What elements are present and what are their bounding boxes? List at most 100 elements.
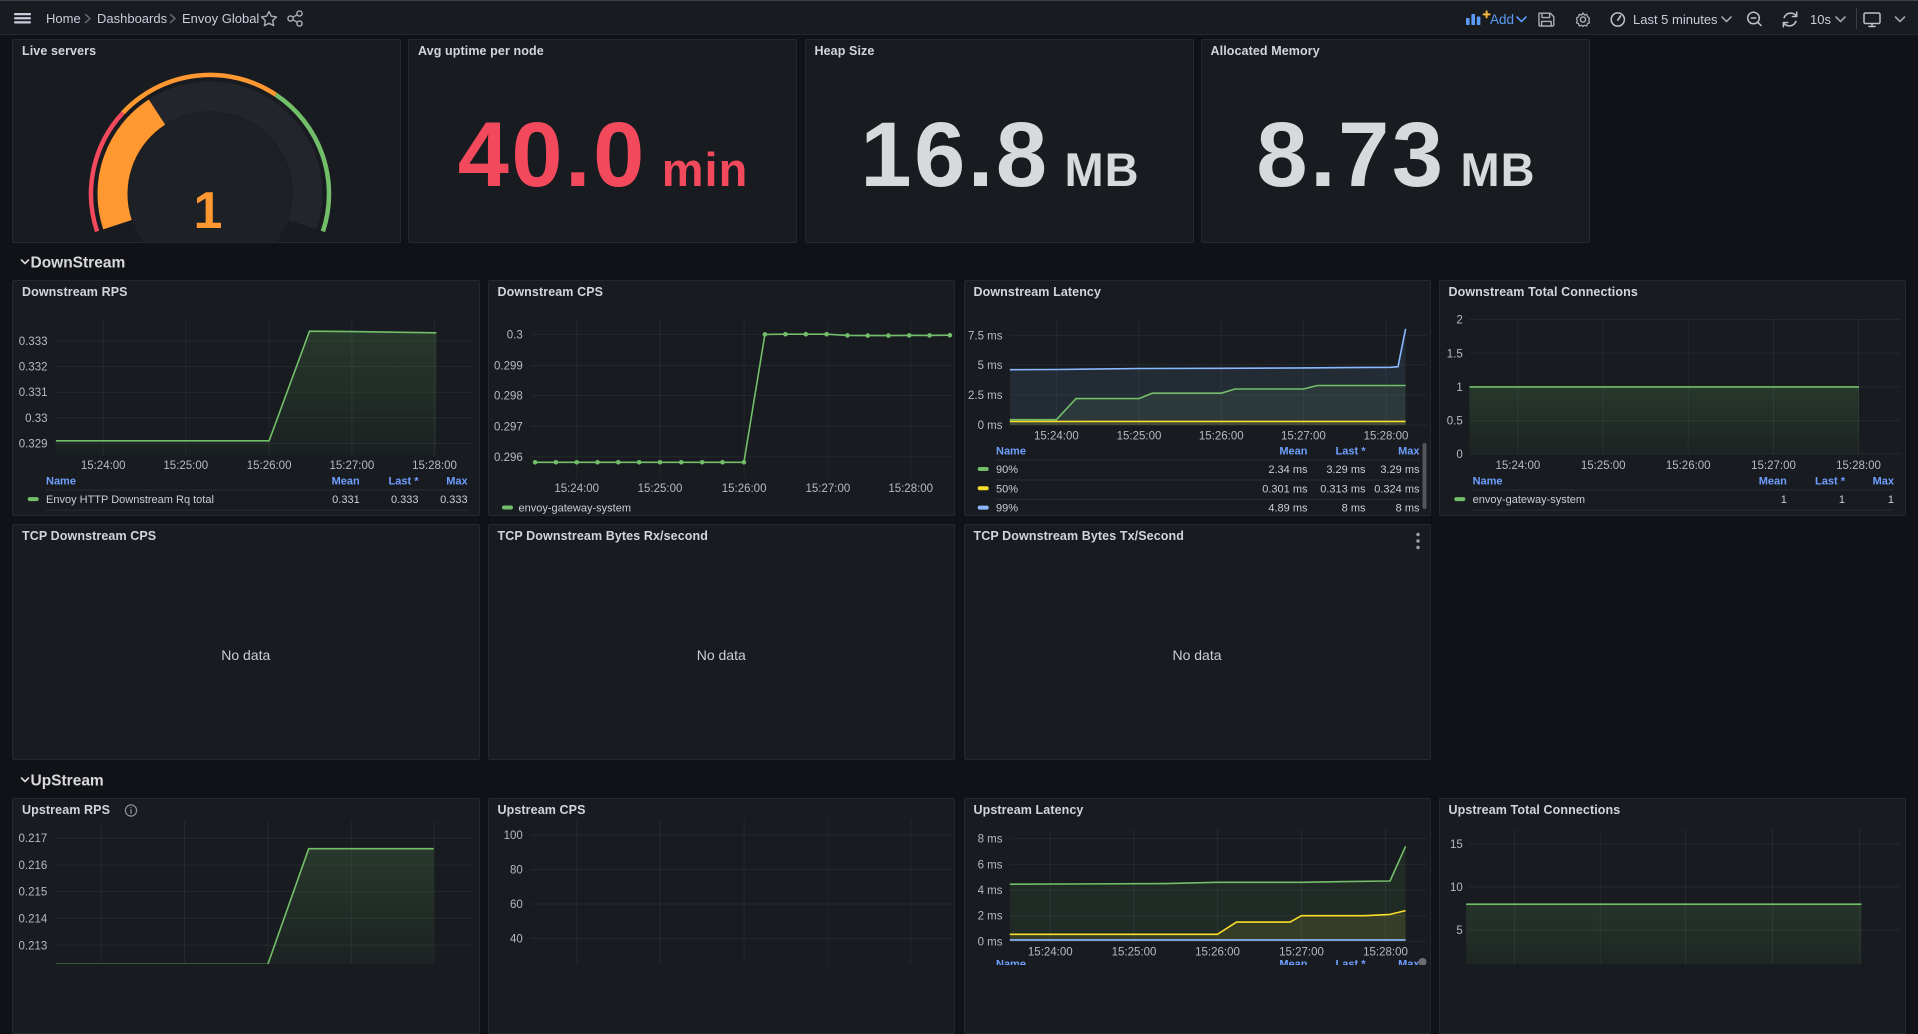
svg-text:15:28:00: 15:28:00 [1836, 460, 1881, 472]
svg-text:15:24:00: 15:24:00 [1027, 947, 1072, 959]
svg-text:0.313 ms: 0.313 ms [1320, 483, 1366, 495]
svg-text:15:28:00: 15:28:00 [888, 483, 933, 495]
svg-text:0.333: 0.333 [440, 494, 468, 506]
svg-text:60: 60 [510, 899, 523, 911]
svg-text:15:24:00: 15:24:00 [1495, 460, 1540, 472]
svg-text:0.298: 0.298 [494, 390, 523, 402]
svg-text:3.29 ms: 3.29 ms [1326, 464, 1366, 476]
svg-text:1: 1 [1456, 382, 1462, 394]
svg-text:Mean: Mean [332, 476, 360, 488]
svg-text:1.5: 1.5 [1446, 348, 1462, 360]
svg-text:80: 80 [510, 865, 523, 877]
svg-text:15:24:00: 15:24:00 [1034, 430, 1079, 442]
svg-text:15:27:00: 15:27:00 [1279, 947, 1324, 959]
svg-text:15:26:00: 15:26:00 [247, 460, 292, 472]
svg-text:10s: 10s [1810, 12, 1831, 27]
svg-text:Add: Add [1490, 12, 1514, 27]
svg-text:0.5: 0.5 [1446, 416, 1462, 428]
svg-text:15:27:00: 15:27:00 [1751, 460, 1796, 472]
svg-text:0.214: 0.214 [19, 913, 48, 925]
svg-text:16.8MB: 16.8MB [860, 104, 1139, 206]
svg-text:15:24:00: 15:24:00 [554, 483, 599, 495]
svg-text:15:28:00: 15:28:00 [412, 460, 457, 472]
svg-text:15:25:00: 15:25:00 [1116, 430, 1161, 442]
svg-text:50%: 50% [996, 483, 1018, 495]
svg-text:10: 10 [1450, 882, 1463, 894]
svg-text:1: 1 [1838, 494, 1844, 506]
svg-text:5: 5 [1456, 925, 1462, 937]
svg-text:0.297: 0.297 [494, 421, 523, 433]
svg-text:15:27:00: 15:27:00 [805, 483, 850, 495]
svg-text:1: 1 [194, 182, 223, 240]
svg-text:Last *: Last * [389, 476, 420, 488]
svg-text:5 ms: 5 ms [977, 360, 1002, 372]
svg-text:15:25:00: 15:25:00 [163, 460, 208, 472]
svg-text:15:28:00: 15:28:00 [1363, 947, 1408, 959]
svg-text:Name: Name [996, 959, 1026, 966]
svg-text:Max: Max [1398, 959, 1420, 966]
svg-text:0.324 ms: 0.324 ms [1374, 483, 1420, 495]
svg-text:0.299: 0.299 [494, 361, 523, 373]
svg-text:Mean: Mean [1758, 476, 1786, 488]
svg-text:2.34 ms: 2.34 ms [1268, 464, 1308, 476]
svg-text:2: 2 [1456, 315, 1462, 327]
svg-text:15:25:00: 15:25:00 [1111, 947, 1156, 959]
svg-text:Mean: Mean [1279, 446, 1307, 458]
svg-text:0 ms: 0 ms [977, 936, 1002, 948]
svg-text:0.33: 0.33 [25, 413, 47, 425]
svg-text:Name: Name [46, 476, 76, 488]
svg-text:1: 1 [1887, 494, 1893, 506]
svg-text:0.296: 0.296 [494, 452, 523, 464]
svg-text:0.216: 0.216 [19, 860, 48, 872]
svg-text:0: 0 [1456, 449, 1462, 461]
svg-text:2.5 ms: 2.5 ms [967, 390, 1002, 402]
svg-text:0.331: 0.331 [19, 387, 48, 399]
svg-text:90%: 90% [996, 464, 1018, 476]
svg-text:6 ms: 6 ms [977, 859, 1002, 871]
svg-text:Max: Max [1872, 476, 1894, 488]
svg-text:40: 40 [510, 934, 523, 946]
svg-text:0.329: 0.329 [19, 438, 48, 450]
svg-text:Last *: Last * [1335, 446, 1366, 458]
svg-text:15:25:00: 15:25:00 [637, 483, 682, 495]
svg-text:15:26:00: 15:26:00 [721, 483, 766, 495]
svg-text:Last *: Last * [1335, 959, 1366, 966]
svg-text:Envoy HTTP Downstream Rq total: Envoy HTTP Downstream Rq total [46, 494, 214, 506]
svg-text:2 ms: 2 ms [977, 911, 1002, 923]
svg-text:Envoy Global: Envoy Global [182, 11, 259, 26]
svg-text:0.333: 0.333 [391, 494, 419, 506]
svg-text:UpStream: UpStream [31, 773, 104, 790]
svg-text:15:24:00: 15:24:00 [81, 460, 126, 472]
svg-text:40.0min: 40.0min [458, 104, 749, 206]
svg-text:15:26:00: 15:26:00 [1665, 460, 1710, 472]
svg-text:8 ms: 8 ms [1395, 503, 1419, 515]
svg-text:Max: Max [446, 476, 468, 488]
svg-text:0.301 ms: 0.301 ms [1262, 483, 1308, 495]
svg-text:8.73MB: 8.73MB [1256, 104, 1535, 206]
svg-text:Last 5 minutes: Last 5 minutes [1633, 12, 1718, 27]
svg-text:15:27:00: 15:27:00 [330, 460, 375, 472]
svg-text:Max: Max [1398, 446, 1420, 458]
svg-text:15:26:00: 15:26:00 [1198, 430, 1243, 442]
svg-text:0.213: 0.213 [19, 940, 48, 952]
svg-text:99%: 99% [996, 503, 1018, 515]
svg-text:0.215: 0.215 [19, 887, 48, 899]
svg-text:0.331: 0.331 [332, 494, 360, 506]
svg-text:envoy-gateway-system: envoy-gateway-system [1472, 494, 1585, 506]
svg-text:Mean: Mean [1279, 959, 1307, 966]
svg-text:Last *: Last * [1815, 476, 1846, 488]
svg-text:0.333: 0.333 [19, 336, 48, 348]
svg-text:4.89 ms: 4.89 ms [1268, 503, 1308, 515]
svg-text:15:25:00: 15:25:00 [1580, 460, 1625, 472]
svg-text:3.29 ms: 3.29 ms [1380, 464, 1420, 476]
svg-text:4 ms: 4 ms [977, 885, 1002, 897]
svg-text:15: 15 [1450, 839, 1463, 851]
svg-text:1: 1 [1780, 494, 1786, 506]
svg-text:8 ms: 8 ms [1341, 503, 1365, 515]
svg-text:0.217: 0.217 [19, 833, 48, 845]
svg-text:15:28:00: 15:28:00 [1363, 430, 1408, 442]
svg-text:15:26:00: 15:26:00 [1195, 947, 1240, 959]
svg-text:100: 100 [503, 830, 522, 842]
svg-text:7.5 ms: 7.5 ms [967, 330, 1002, 342]
svg-text:0.3: 0.3 [506, 329, 522, 341]
